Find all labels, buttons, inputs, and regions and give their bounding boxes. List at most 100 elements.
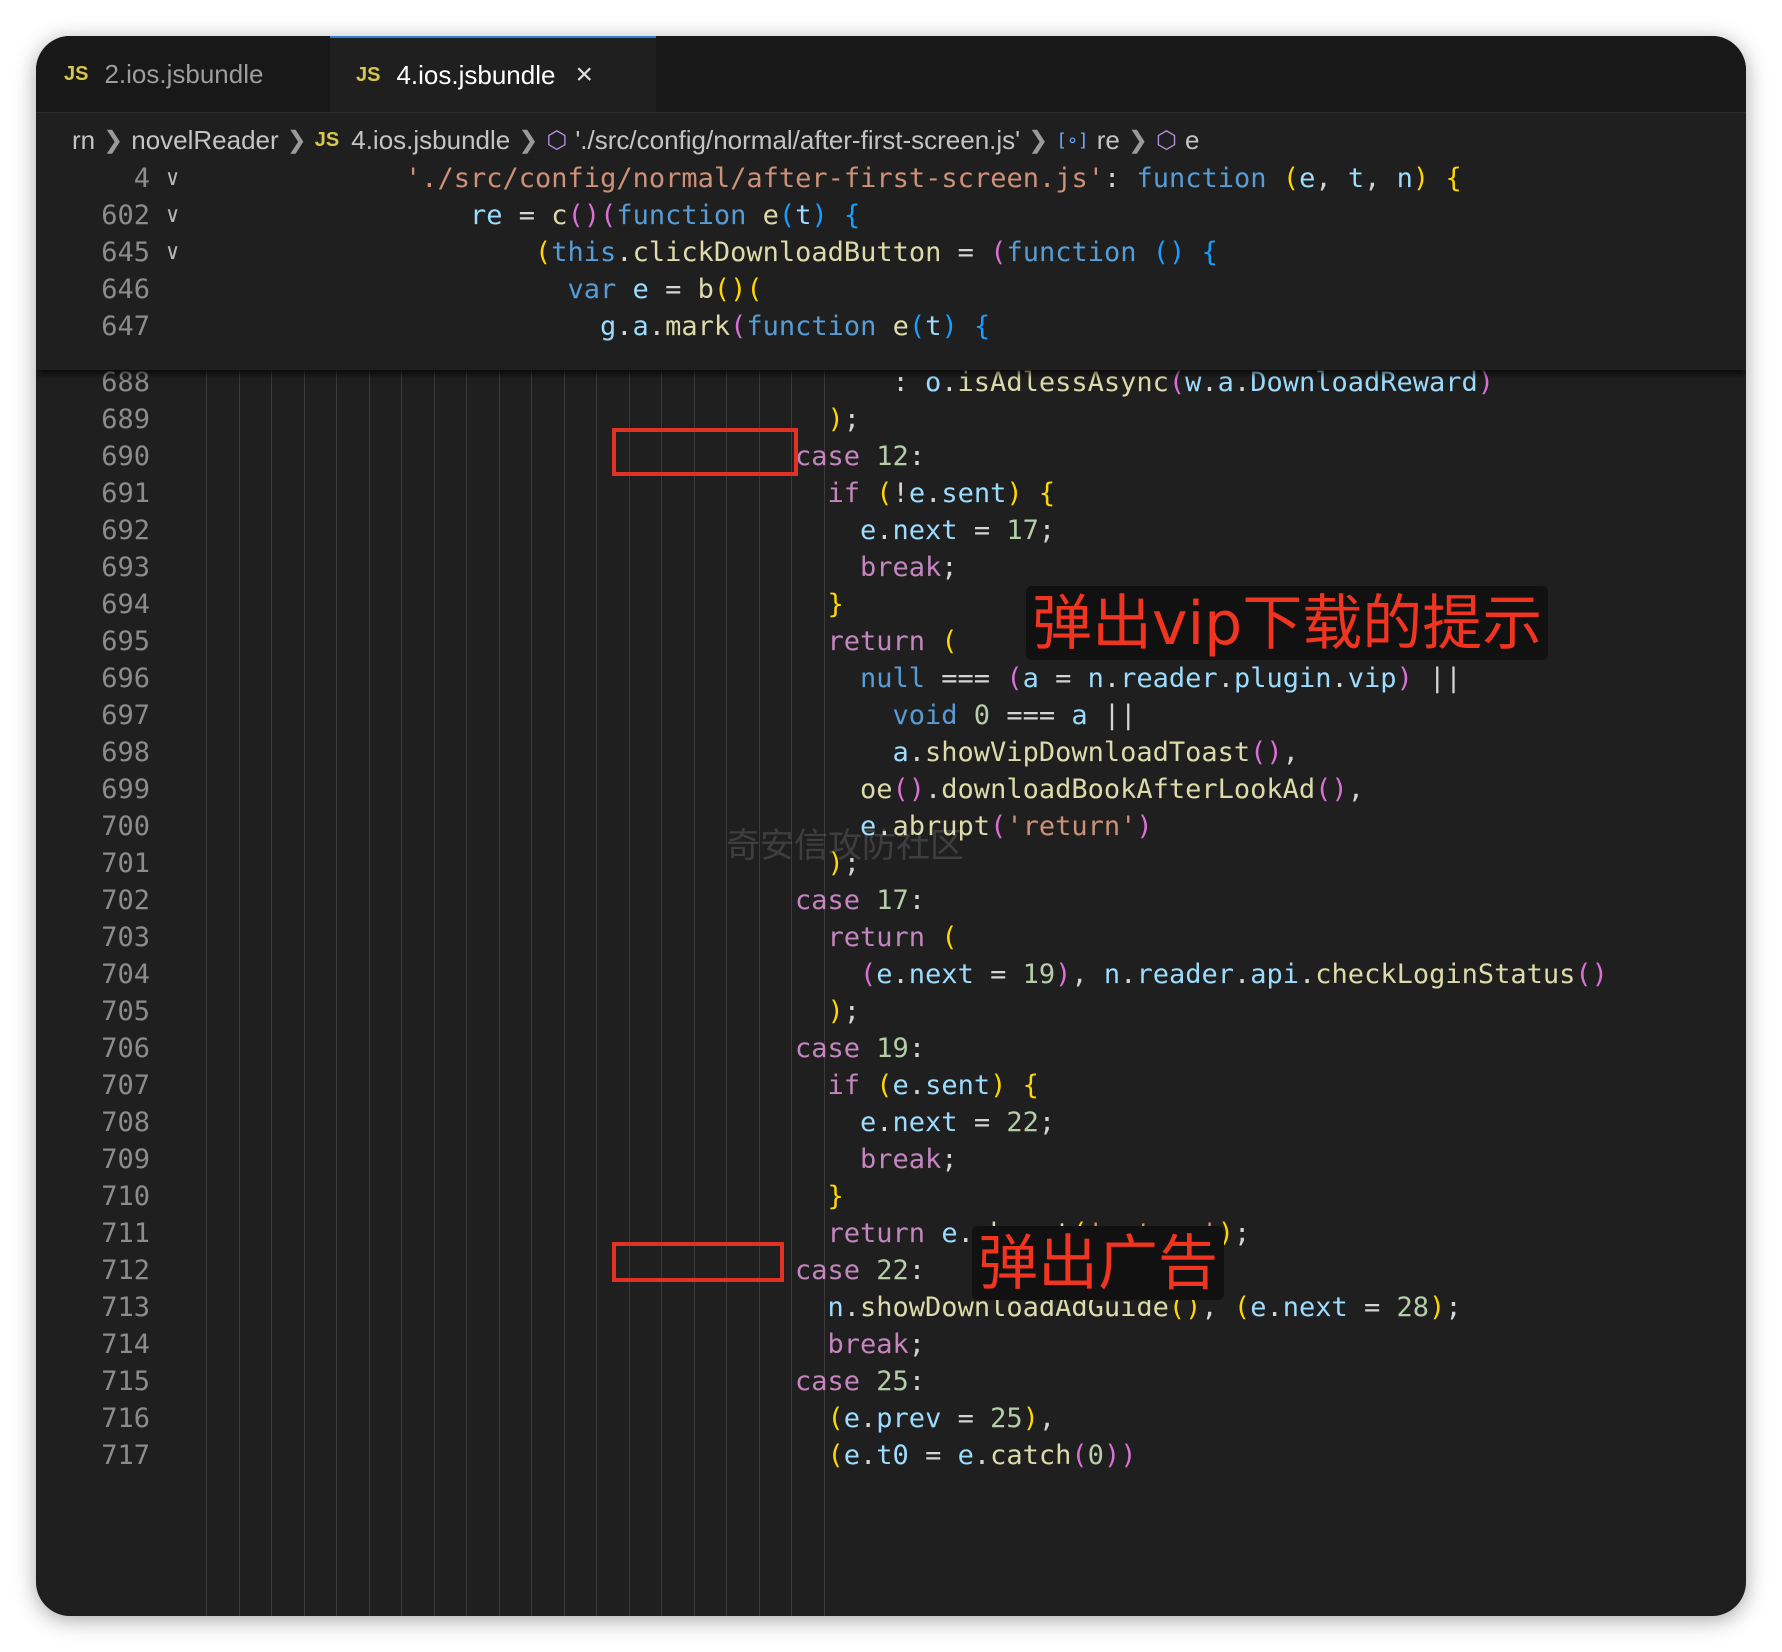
code-token: e [860,1107,877,1138]
code-token: ; [1445,1292,1462,1323]
code-line[interactable]: 647 g.a.mark(function e(t) { [36,306,1746,348]
line-number: 707 [101,1070,150,1101]
line-number: 690 [101,441,150,472]
code-line[interactable]: 706 case 19: [36,1028,1746,1070]
code-text: break; [860,1139,958,1181]
code-token: 25 [876,1366,909,1397]
code-token: ( [1233,1292,1251,1323]
code-token: catch [990,1440,1072,1471]
code-line[interactable]: 709 break; [36,1139,1746,1181]
code-token: , [1282,737,1299,768]
breadcrumb-item[interactable]: rn [72,125,95,156]
code-token: 19 [876,1033,909,1064]
code-line[interactable]: 696 null === (a = n.reader.plugin.vip) || [36,658,1746,700]
code-text: break; [860,547,958,589]
code-token: a [1217,370,1234,398]
tab-bar: JS 2.ios.jsbundle JS 4.ios.jsbundle × [36,36,1746,113]
code-token: 'return' [1006,811,1137,842]
code-token: . [1331,663,1348,694]
breadcrumb-item[interactable]: 4.ios.jsbundle [351,125,510,156]
code-text: (e.t0 = e.catch(0)) [828,1435,1137,1477]
breadcrumb-item[interactable]: re [1097,125,1120,156]
code-line[interactable]: 646 var e = b()( [36,269,1746,311]
code-text: a.showVipDownloadToast(), [893,732,1299,774]
code-line[interactable]: 692 e.next = 17; [36,510,1746,552]
code-token: e [860,515,877,546]
code-token: = [957,515,1007,546]
code-line[interactable]: 717 (e.t0 = e.catch(0)) [36,1435,1746,1477]
tab-2-ios-jsbundle[interactable]: JS 2.ios.jsbundle [64,36,356,112]
tab-4-ios-jsbundle[interactable]: JS 4.ios.jsbundle × [330,36,656,112]
code-token: () [1152,237,1186,268]
code-line[interactable]: 698 a.showVipDownloadToast(), [36,732,1746,774]
code-line[interactable]: 714 break; [36,1324,1746,1366]
code-line[interactable]: 715 case 25: [36,1361,1746,1403]
code-text: if (!e.sent) { [828,473,1056,515]
chevron-right-icon: ❯ [518,126,539,154]
code-line[interactable]: 693 break; [36,547,1746,589]
code-line[interactable]: 645 ∨ (this.clickDownloadButton = (functio… [36,232,1746,274]
code-line[interactable]: 707 if (e.sent) { [36,1065,1746,1107]
code-token: return [827,626,926,657]
code-token: return [827,922,926,953]
code-line[interactable]: 704 (e.next = 19), n.reader.api.checkLogi… [36,954,1746,996]
code-line[interactable]: 703 return ( [36,917,1746,959]
code-text: var e = b()( [568,269,763,311]
code-token: ( [990,811,1007,842]
code-token: : [908,1033,926,1064]
highlight-box-case-12 [612,428,798,476]
code-line[interactable]: 708 e.next = 22; [36,1102,1746,1144]
code-token: || [1087,700,1137,731]
line-number: 700 [101,811,150,842]
code-text: ); [828,991,861,1033]
code-editor[interactable]: 弹出vip下载的提示 弹出广告 688: o.isAdlessAsync(w.a… [36,370,1746,1616]
code-line[interactable]: 712 case 22: [36,1250,1746,1292]
breadcrumb-item[interactable]: novelReader [131,125,278,156]
code-line[interactable]: 602 ∨ re = c()(function e(t) { [36,195,1746,237]
code-line[interactable]: 716 (e.prev = 25), [36,1398,1746,1440]
code-token: = [1347,1292,1397,1323]
code-line[interactable]: 689); [36,399,1746,441]
code-token: . [1233,370,1251,398]
code-line[interactable]: 705); [36,991,1746,1033]
code-token: ; [1038,1107,1056,1138]
code-token: function [746,311,877,342]
code-token: . [860,1440,877,1471]
code-token: t [795,200,812,231]
code-line[interactable]: 690 case 12: [36,436,1746,478]
code-token: 22 [1006,1107,1039,1138]
watermark: 奇安信攻防社区 [726,826,964,866]
line-number: 697 [101,700,150,731]
javascript-file-icon: JS [356,63,381,86]
code-token: () [1315,774,1348,805]
code-line[interactable]: 4 ∨ './src/config/normal/after-first-scree… [36,158,1746,200]
code-token: n [1087,663,1104,694]
fold-chevron-icon[interactable]: ∨ [166,158,179,200]
code-token: a [1022,663,1039,694]
breadcrumb-item[interactable]: './src/config/normal/after-first-screen.… [575,125,1020,156]
code-line[interactable]: 711return e.abrupt('return'); [36,1213,1746,1255]
code-line[interactable]: 713 n.showDownloadAdGuide(), (e.next = 28… [36,1287,1746,1329]
code-token: , [1364,163,1397,194]
code-token: ) [827,996,844,1027]
fold-chevron-icon[interactable]: ∨ [166,195,179,237]
close-icon[interactable]: × [575,58,593,92]
code-line[interactable]: 697 void 0 === a || [36,695,1746,737]
line-number: 646 [101,274,150,305]
code-text: void 0 === a || [893,695,1137,737]
code-token: || [1412,663,1462,694]
code-token: isAdlessAsync [957,370,1169,398]
code-token: ( [941,626,958,657]
breadcrumb-item[interactable]: e [1185,125,1199,156]
code-token: mark [665,311,731,342]
line-number: 716 [101,1403,150,1434]
code-line[interactable]: 710} [36,1176,1746,1218]
fold-chevron-icon[interactable]: ∨ [166,232,179,274]
code-token: . [1201,370,1218,398]
code-line[interactable]: 702 case 17: [36,880,1746,922]
code-line[interactable]: 699 oe().downloadBookAfterLookAd(), [36,769,1746,811]
code-line[interactable]: 691 if (!e.sent) { [36,473,1746,515]
code-token: ( [860,959,877,990]
